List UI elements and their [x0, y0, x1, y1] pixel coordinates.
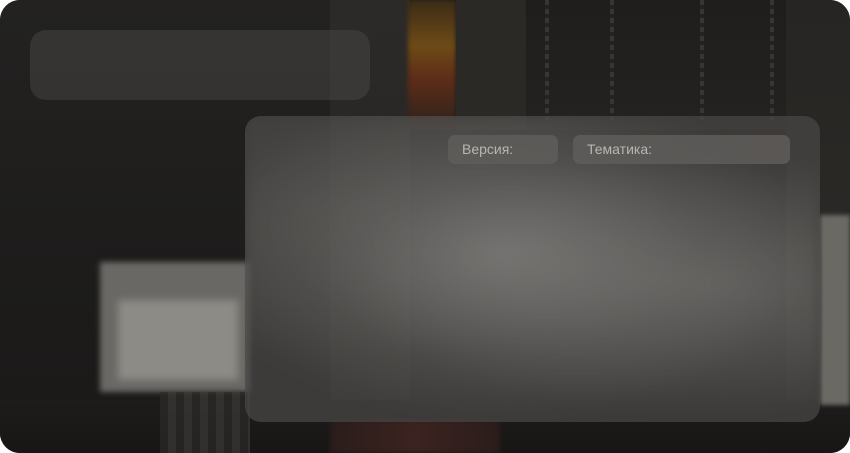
background-chain-area — [526, 0, 786, 130]
app-window: Версия: Тематика: — [0, 0, 850, 453]
background-red-block — [330, 420, 500, 453]
theme-badge: Тематика: — [573, 135, 790, 164]
background-lava — [408, 0, 456, 130]
background-pattern — [160, 392, 250, 453]
background-chain — [700, 0, 704, 120]
title-panel — [30, 30, 370, 100]
preview-panel[interactable]: Версия: Тематика: — [245, 116, 820, 422]
background-chain — [545, 0, 549, 120]
background-chain — [610, 0, 614, 120]
background-white-block-right — [820, 215, 850, 405]
background-stone — [456, 0, 526, 130]
background-white-block — [118, 300, 238, 380]
background-chain — [770, 0, 774, 120]
version-badge: Версия: — [448, 135, 558, 164]
